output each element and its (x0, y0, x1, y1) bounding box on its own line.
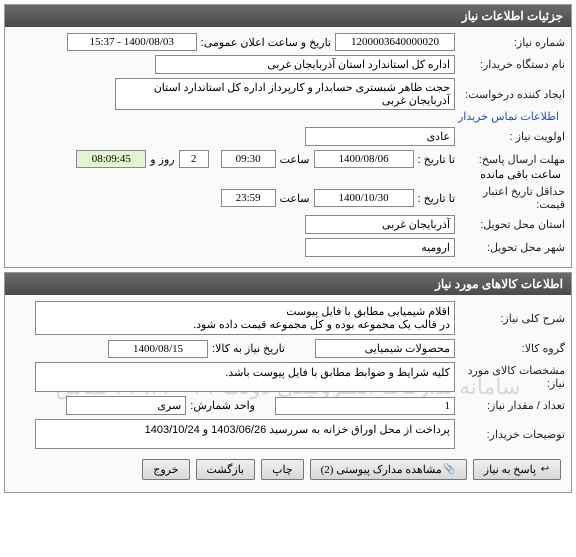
contact-link[interactable]: اطلاعات تماس خریدار (458, 110, 559, 123)
respond-button-label: پاسخ به نیاز (484, 463, 536, 476)
reply-icon: ↩ (540, 465, 550, 475)
province-label: استان محل تحویل: (455, 218, 565, 231)
time-label-1: ساعت (280, 153, 310, 166)
unit-label: واحد شمارش: (190, 399, 255, 412)
announce-label: تاریخ و ساعت اعلان عمومی: (201, 36, 331, 49)
need-details-panel: جزئیات اطلاعات نیاز شماره نیاز: 12000036… (4, 4, 572, 268)
creator-field: حجت ظاهر شبستری حسابدار و کارپرداز اداره… (115, 78, 455, 110)
deadline-label: مهلت ارسال پاسخ: (455, 153, 565, 166)
creator-label: ایجاد کننده درخواست: (455, 88, 565, 101)
validity-label: حداقل تاریخ اعتبار قیمت: (455, 185, 565, 211)
respond-button[interactable]: ↩ پاسخ به نیاز (473, 459, 561, 480)
remaining-label: ساعت باقی مانده (480, 168, 561, 181)
priority-field: عادی (305, 127, 455, 146)
panel2-title: اطلاعات کالاهای مورد نیاز (5, 273, 571, 295)
print-button-label: چاپ (272, 463, 293, 476)
qty-label: تعداد / مقدار نیاز: (455, 399, 565, 412)
province-field: آذربایجان غربی (305, 215, 455, 234)
exit-button[interactable]: خروج (142, 459, 189, 480)
remaining-time-field: 08:09:45 (76, 150, 146, 168)
group-label: گروه کالا: (455, 342, 565, 355)
back-button[interactable]: بازگشت (196, 459, 256, 480)
days-field: 2 (179, 150, 209, 168)
validity-date-field: 1400/10/30 (314, 189, 414, 207)
city-label: شهر محل تحویل: (455, 241, 565, 254)
deadline-date-field: 1400/08/06 (314, 150, 414, 168)
unit-field: سری (66, 396, 186, 415)
back-button-label: بازگشت (207, 463, 245, 476)
priority-label: اولویت نیاز : (455, 130, 565, 143)
need-no-field: 1200003640000020 (335, 33, 455, 51)
to-date-label-1: تا تاریخ : (418, 153, 455, 166)
buyer-label: نام دستگاه خریدار: (455, 58, 565, 71)
time-label-2: ساعت (280, 192, 310, 205)
days-label: روز و (150, 153, 174, 166)
deadline-time-field: 09:30 (221, 150, 276, 168)
buyer-note-field: پرداخت از محل اوراق خزانه به سررسید 1403… (35, 419, 455, 449)
buyer-field: اداره کل استاندارد استان آذربایجان غربی (155, 55, 455, 74)
exit-button-label: خروج (153, 463, 178, 476)
buyer-note-label: توضیحات خریدار: (455, 428, 565, 441)
attachments-button-label: مشاهده مدارک پیوستی (2) (321, 463, 442, 476)
attachments-button[interactable]: 📎 مشاهده مدارک پیوستی (2) (310, 459, 467, 480)
spec-field: کلیه شرایط و ضوابط مطابق با فایل پیوست ب… (35, 362, 455, 392)
attachment-icon: 📎 (446, 465, 456, 475)
panel1-title: جزئیات اطلاعات نیاز (5, 5, 571, 27)
need-date-label: تاریخ نیاز به کالا: (212, 342, 285, 355)
print-button[interactable]: چاپ (261, 459, 304, 480)
to-date-label-2: تا تاریخ : (418, 192, 455, 205)
need-date-field: 1400/08/15 (108, 340, 208, 358)
action-bar: ↩ پاسخ به نیاز 📎 مشاهده مدارک پیوستی (2)… (11, 453, 565, 486)
desc-label: شرح کلی نیاز: (455, 312, 565, 325)
validity-time-field: 23:59 (221, 189, 276, 207)
announce-field: 1400/08/03 - 15:37 (67, 33, 197, 51)
city-field: ارومیه (305, 238, 455, 257)
group-field: محصولات شیمیایی (315, 339, 455, 358)
items-panel: اطلاعات کالاهای مورد نیاز سامانه تدارکات… (4, 272, 572, 493)
need-no-label: شماره نیاز: (455, 36, 565, 49)
desc-field: اقلام شیمیایی مطابق با فایل پیوست در قال… (35, 301, 455, 335)
spec-label: مشخصات کالای مورد نیاز: (455, 364, 565, 390)
qty-field: 1 (275, 397, 455, 415)
